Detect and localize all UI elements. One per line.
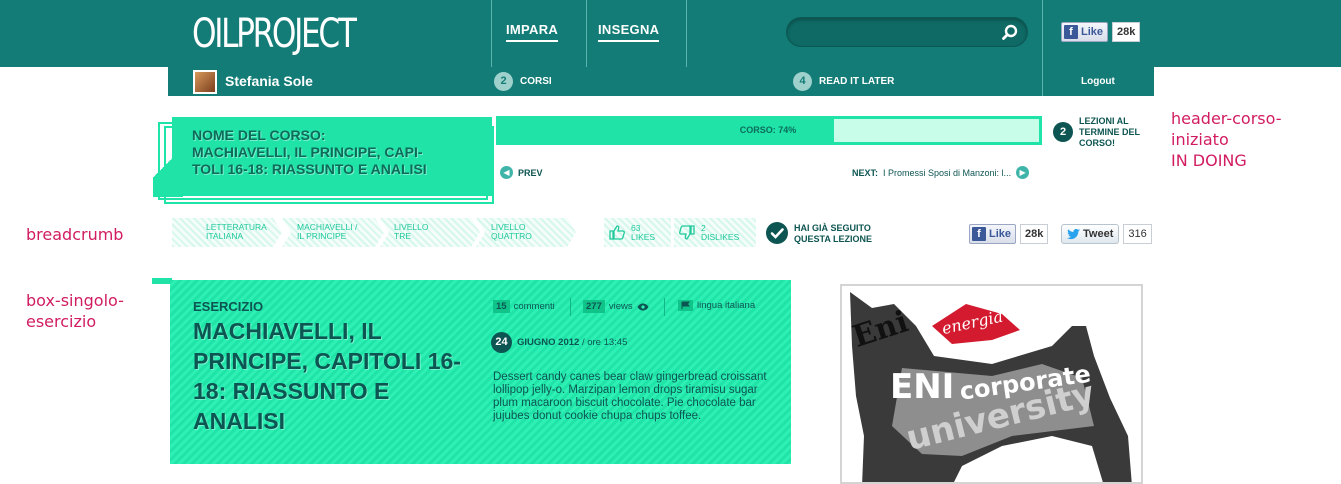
read-later-link[interactable]: 4 READ IT LATER [793, 72, 894, 91]
facebook-icon: f [1064, 25, 1078, 39]
annotation-breadcrumb: breadcrumb [26, 225, 124, 244]
fb-like-count: 28k [1020, 224, 1049, 244]
thumbs-down-icon [679, 225, 695, 240]
read-later-label: READ IT LATER [819, 76, 895, 87]
annotation-box-esercizio: box-singolo- esercizio [26, 291, 124, 331]
language-label-group: lingua italiana [678, 300, 755, 311]
tweet-button[interactable]: Tweet [1061, 224, 1120, 244]
comments-count: 15 [493, 300, 510, 313]
date-day: 24 [491, 332, 512, 353]
tweet-count: 316 [1123, 224, 1152, 244]
site-logo[interactable]: OILPROJECT [192, 8, 357, 60]
courses-count: 2 [494, 72, 513, 91]
courses-label: CORSI [520, 76, 552, 87]
read-later-count: 4 [793, 72, 812, 91]
annotation-header-corso: header-corso- iniziato IN DOING [1171, 109, 1282, 170]
lesson-completed-label: HAI GIÀ SEGUITO QUESTA LEZIONE [794, 223, 873, 244]
logout-divider [1042, 67, 1043, 96]
ad-illustration: Eni energia ENI corporate university [848, 292, 1132, 482]
breadcrumb-item-livello-tre[interactable]: LIVELLO TRE [380, 218, 480, 247]
course-progress-label: CORSO: 74% [739, 125, 797, 135]
course-title: NOME DEL CORSO: MACHIAVELLI, IL PRINCIPE… [192, 127, 427, 177]
logout-link[interactable]: Logout [1081, 76, 1115, 87]
avatar[interactable] [193, 70, 217, 94]
checkmark-icon [766, 222, 788, 244]
exercise-description: Dessert candy canes bear claw gingerbrea… [493, 371, 767, 422]
course-progress-bar: CORSO: 74% [496, 116, 1042, 145]
meta-divider [664, 298, 665, 316]
flag-icon [678, 300, 693, 311]
arrow-left-icon: ◀ [500, 166, 513, 179]
search-input[interactable] [786, 17, 1028, 47]
next-lesson-title: I Promessi Sposi di Manzoni: l... [883, 167, 1012, 178]
nav-impara[interactable]: IMPARA [506, 22, 559, 42]
lessons-remaining-label: LEZIONI AL TERMINE DEL CORSO! [1079, 116, 1141, 148]
tweet-widget[interactable]: Tweet 316 [1061, 224, 1152, 244]
dislike-button[interactable]: 2 DISLIKES [674, 218, 756, 247]
comments-link[interactable]: 15 commenti [493, 300, 555, 313]
search-icon[interactable] [1002, 24, 1018, 40]
thumbs-up-icon [609, 225, 625, 240]
facebook-icon: f [972, 227, 986, 241]
twitter-bird-icon [1067, 228, 1080, 239]
views-count: 277 [583, 300, 605, 313]
exercise-title: MACHIAVELLI, IL PRINCIPE, CAPITOLI 16-18… [193, 318, 461, 434]
fb-like-widget-lesson[interactable]: f Like 28k [969, 224, 1049, 244]
like-button[interactable]: 63 LIKES [604, 218, 671, 247]
eye-icon [637, 303, 649, 310]
arrow-right-icon: ▶ [1016, 166, 1030, 179]
fb-like-widget-header[interactable]: f Like 28k [1061, 22, 1141, 42]
fb-like-button[interactable]: f Like [969, 224, 1017, 244]
user-name[interactable]: Stefania Sole [225, 73, 313, 89]
lessons-remaining-count: 2 [1053, 122, 1073, 142]
ad-word-eni-caps: ENI [890, 367, 954, 407]
courses-link[interactable]: 2 CORSI [494, 72, 552, 91]
nav-divider [1042, 0, 1043, 67]
views-count-group: 277 views [583, 300, 649, 313]
fb-like-button[interactable]: f Like [1061, 22, 1109, 42]
nav-divider [586, 0, 587, 67]
breadcrumb-item-machiavelli[interactable]: MACHIAVELLI / IL PRINCIPE [282, 218, 384, 247]
breadcrumb-item-letteratura[interactable]: LETTERATURA ITALIANA [172, 218, 282, 247]
date-text: GIUGNO 2012 / ore 13:45 [517, 337, 628, 348]
meta-divider [570, 298, 571, 316]
exercise-kicker: ESERCIZIO [193, 299, 264, 314]
exercise-box-fold [152, 278, 172, 284]
prev-lesson-link[interactable]: ◀ PREV [500, 166, 543, 179]
nav-divider [686, 0, 687, 67]
user-bar [168, 67, 1154, 96]
next-lesson-link[interactable]: NEXT: I Promessi Sposi di Manzoni: l... … [852, 166, 1030, 179]
nav-insegna[interactable]: INSEGNA [598, 22, 660, 42]
breadcrumb-item-livello-quattro[interactable]: LIVELLO QUATTRO [476, 218, 576, 247]
nav-divider [491, 0, 492, 67]
eni-corporate-university-ad[interactable]: Eni energia ENI corporate university [840, 284, 1143, 484]
fb-like-count: 28k [1112, 22, 1141, 42]
